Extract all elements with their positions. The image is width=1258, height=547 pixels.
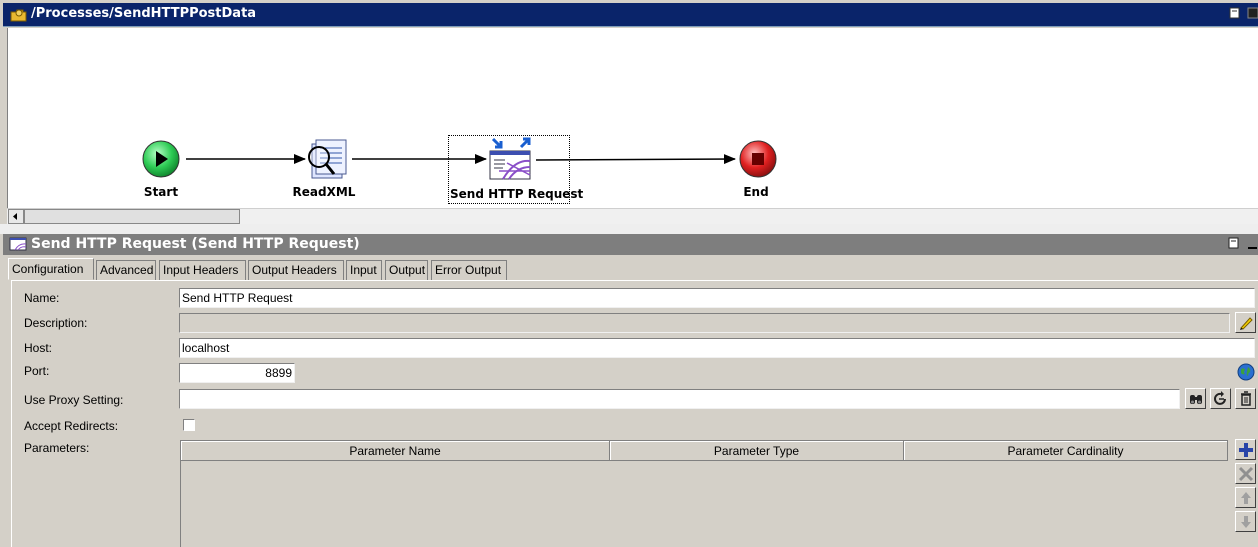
column-parameter-name[interactable]: Parameter Name bbox=[181, 441, 610, 461]
panel-restore-icon[interactable] bbox=[1228, 237, 1242, 251]
proxy-field[interactable] bbox=[179, 389, 1180, 409]
move-down-parameter-button[interactable] bbox=[1235, 511, 1256, 532]
restore-window-icon[interactable] bbox=[1229, 7, 1243, 21]
column-parameter-type[interactable]: Parameter Type bbox=[610, 441, 904, 461]
pane-splitter[interactable] bbox=[0, 224, 1258, 234]
delete-x-icon bbox=[1238, 466, 1254, 482]
send-http-node-icon[interactable] bbox=[487, 135, 535, 183]
end-node-icon[interactable] bbox=[738, 139, 778, 179]
tab-output-headers[interactable]: Output Headers bbox=[248, 260, 344, 280]
arrow-down-icon bbox=[1241, 516, 1251, 528]
name-field[interactable]: Send HTTP Request bbox=[179, 288, 1255, 308]
readxml-node-icon[interactable] bbox=[302, 138, 350, 184]
tab-input-headers[interactable]: Input Headers bbox=[159, 260, 246, 280]
goto-arrow-icon bbox=[1214, 391, 1226, 405]
binoculars-icon bbox=[1190, 395, 1202, 404]
globe-icon[interactable] bbox=[1237, 363, 1255, 384]
start-node-label[interactable]: Start bbox=[134, 185, 188, 199]
maximize-window-icon[interactable] bbox=[1247, 7, 1258, 21]
edit-description-button[interactable] bbox=[1235, 312, 1256, 333]
tab-advanced[interactable]: Advanced bbox=[96, 260, 156, 280]
arrow-up-icon bbox=[1241, 492, 1251, 504]
column-parameter-cardinality[interactable]: Parameter Cardinality bbox=[904, 441, 1228, 461]
panel-minimize-icon[interactable] bbox=[1246, 237, 1258, 251]
add-parameter-button[interactable] bbox=[1235, 439, 1256, 460]
process-folder-icon bbox=[10, 7, 28, 26]
properties-panel-title: Send HTTP Request (Send HTTP Request) bbox=[31, 236, 360, 252]
port-label: Port: bbox=[24, 364, 50, 378]
host-label: Host: bbox=[24, 341, 53, 355]
scrollbar-thumb[interactable] bbox=[24, 209, 240, 224]
tab-error-output[interactable]: Error Output bbox=[431, 260, 507, 280]
end-node-label[interactable]: End bbox=[734, 185, 778, 199]
readxml-node-label[interactable]: ReadXML bbox=[288, 185, 360, 199]
clear-proxy-button[interactable] bbox=[1235, 388, 1256, 409]
description-field[interactable] bbox=[179, 313, 1230, 333]
trash-icon bbox=[1241, 391, 1251, 406]
parameters-table[interactable]: Parameter Name Parameter Type Parameter … bbox=[180, 440, 1228, 547]
proxy-label: Use Proxy Setting: bbox=[24, 393, 124, 407]
send-http-small-icon bbox=[9, 237, 27, 254]
accept-redirects-label: Accept Redirects: bbox=[24, 419, 119, 433]
name-label: Name: bbox=[24, 291, 60, 305]
description-label: Description: bbox=[24, 316, 88, 330]
pencil-icon bbox=[1240, 317, 1253, 330]
parameters-label: Parameters: bbox=[24, 441, 90, 455]
plus-icon bbox=[1239, 443, 1253, 457]
start-node-icon[interactable] bbox=[141, 139, 181, 179]
remove-parameter-button[interactable] bbox=[1235, 463, 1256, 484]
port-field[interactable]: 8899 bbox=[179, 363, 295, 383]
horizontal-scrollbar[interactable] bbox=[7, 208, 1258, 224]
process-window-titlebar[interactable]: /Processes/SendHTTPPostData bbox=[3, 3, 1258, 27]
process-title: /Processes/SendHTTPPostData bbox=[31, 6, 257, 21]
process-canvas[interactable]: Start ReadXML Send HTTP Request End bbox=[7, 28, 1258, 208]
browse-proxy-button[interactable] bbox=[1185, 388, 1206, 409]
scroll-left-arrow-icon[interactable] bbox=[8, 209, 24, 224]
tab-output[interactable]: Output bbox=[385, 260, 428, 280]
tab-configuration[interactable]: Configuration bbox=[8, 258, 94, 280]
tab-input[interactable]: Input bbox=[346, 260, 382, 280]
properties-panel-titlebar[interactable]: Send HTTP Request (Send HTTP Request) bbox=[3, 234, 1258, 255]
send-http-node-label[interactable]: Send HTTP Request bbox=[450, 187, 583, 201]
go-to-proxy-button[interactable] bbox=[1210, 388, 1231, 409]
host-field[interactable]: localhost bbox=[179, 338, 1255, 358]
move-up-parameter-button[interactable] bbox=[1235, 487, 1256, 508]
accept-redirects-checkbox[interactable] bbox=[183, 419, 195, 431]
